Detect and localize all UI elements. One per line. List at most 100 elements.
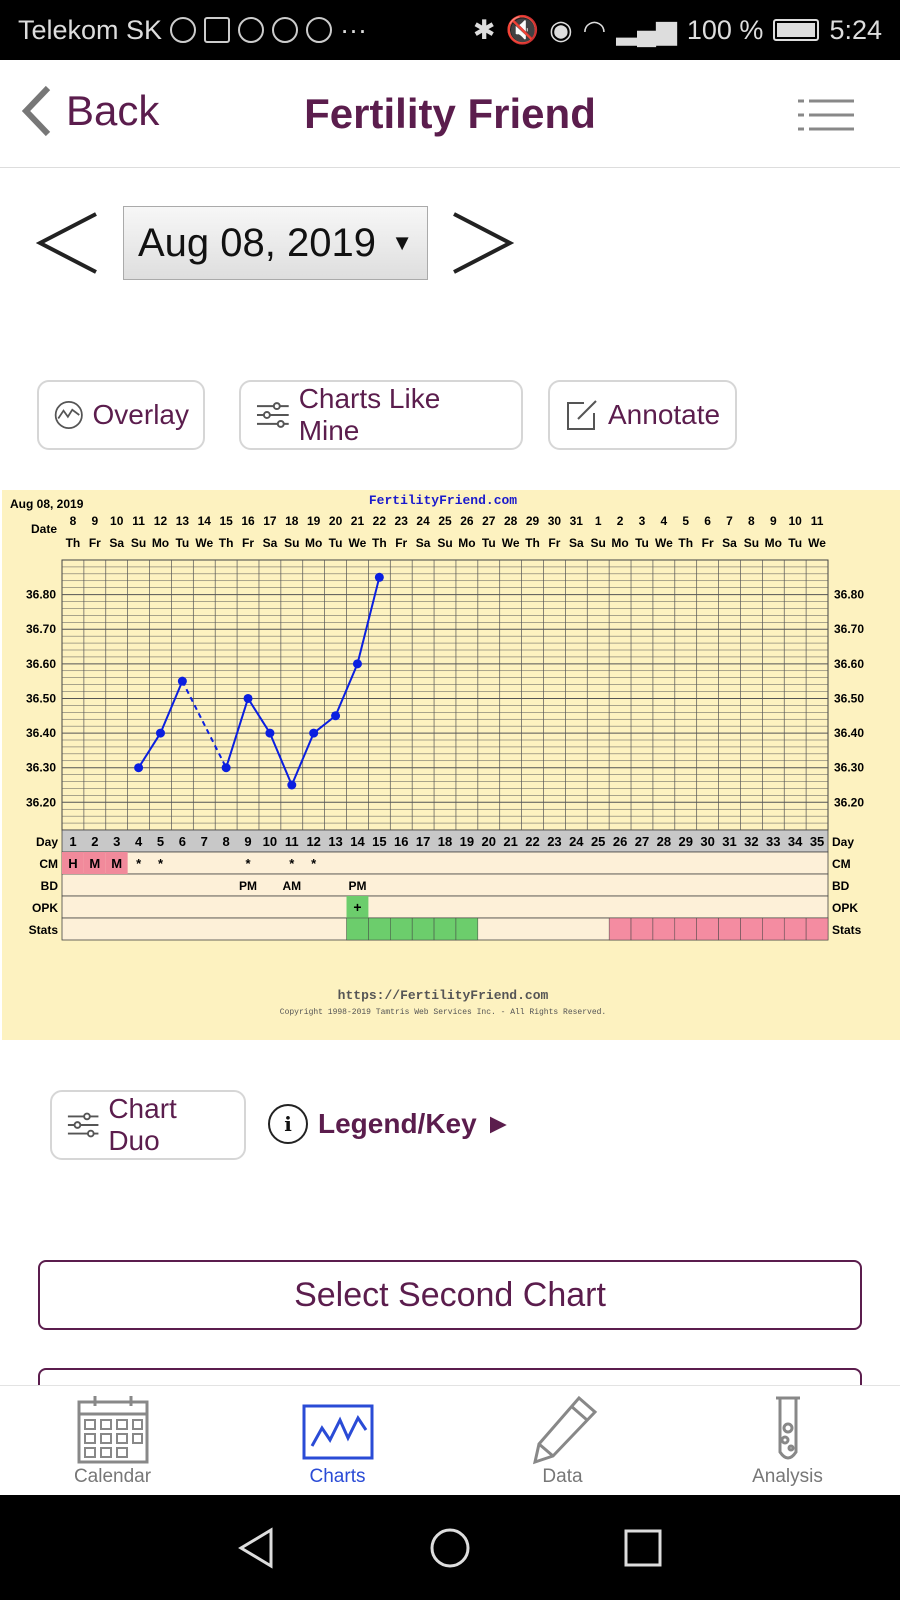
status-bar: Telekom SK ··· ✱ 🔇 ◉ ◠ ▂▄▆ 100 % 5:24 — [0, 0, 900, 60]
weekday-label: Th — [678, 536, 693, 550]
day-number: 23 — [547, 834, 561, 849]
temperature-point — [221, 763, 231, 773]
date-label: 29 — [526, 514, 540, 528]
stats-cell-pink — [718, 917, 741, 941]
date-label: 10 — [788, 514, 802, 528]
stats-cell-green — [346, 917, 369, 941]
row-bd — [61, 873, 829, 897]
temperature-point — [352, 659, 362, 669]
fertility-chart: Aug 08, 2019 FertilityFriend.com Date 8 Th 9 F… — [2, 490, 900, 1040]
select-second-chart-button[interactable]: Select Second Chart — [38, 1260, 862, 1330]
tab-calendar[interactable]: Calendar — [0, 1386, 225, 1495]
test-tube-icon — [775, 1396, 800, 1460]
row-label-left: Stats — [29, 923, 59, 937]
weekday-label: Mo — [458, 536, 475, 550]
tab-calendar-label: Calendar — [73, 1466, 152, 1487]
chevron-left-icon — [21, 85, 51, 137]
weekday-label: We — [502, 536, 520, 550]
temperature-point — [265, 728, 275, 738]
weekday-label: Sa — [109, 536, 124, 550]
nav-recents-icon[interactable] — [621, 1526, 665, 1570]
tab-analysis[interactable]: Analysis — [675, 1386, 900, 1495]
date-label: 21 — [351, 514, 365, 528]
y-tick-label-left: 36.40 — [26, 726, 56, 740]
chart-header-date: Aug 08, 2019 — [10, 497, 84, 511]
bbt-chart-svg: Aug 08, 2019 FertilityFriend.com Date 8 Th 9 F… — [10, 493, 864, 1017]
day-number: 32 — [744, 834, 758, 849]
tab-charts[interactable]: Charts — [225, 1386, 450, 1495]
day-number: 30 — [700, 834, 714, 849]
temperature-point — [287, 780, 297, 790]
annotate-button[interactable]: Annotate — [548, 380, 737, 450]
date-label: 22 — [373, 514, 387, 528]
y-tick-label-right: 36.50 — [834, 691, 864, 705]
row-opk — [61, 895, 829, 919]
stats-cell-green — [368, 917, 391, 941]
day-number: 7 — [201, 834, 208, 849]
date-select[interactable]: Aug 08, 2019 ▼ — [123, 206, 428, 280]
cm-value: M — [89, 856, 100, 871]
mail-icon — [204, 17, 231, 43]
temperature-point — [331, 711, 341, 721]
dropdown-caret-icon: ▼ — [391, 230, 413, 255]
nav-home-icon[interactable] — [428, 1526, 472, 1570]
battery-icon — [773, 19, 820, 41]
date-label: 26 — [460, 514, 474, 528]
row-label-left: OPK — [32, 901, 58, 915]
day-number: 28 — [657, 834, 671, 849]
stats-cell-pink — [652, 917, 676, 941]
edit-icon — [567, 400, 597, 430]
weekday-label: Fr — [242, 536, 254, 550]
stats-cell-pink — [762, 917, 785, 941]
opk-value: + — [353, 899, 361, 915]
tab-data[interactable]: Data — [450, 1386, 675, 1495]
date-label: 17 — [263, 514, 277, 528]
legend-key-link[interactable]: i Legend/Key ► — [268, 1104, 512, 1144]
pencil-icon — [532, 1395, 597, 1465]
weekday-label: Su — [131, 536, 146, 550]
day-number: 8 — [223, 834, 230, 849]
chart-site-title: FertilityFriend.com — [369, 493, 517, 508]
chart-duo-button[interactable]: Chart Duo — [50, 1090, 246, 1160]
back-button[interactable]: Back — [18, 84, 159, 138]
date-label: 10 — [110, 514, 124, 528]
back-label: Back — [66, 87, 160, 134]
stats-cell-green — [433, 917, 457, 941]
day-number: 9 — [244, 834, 251, 849]
charts-like-mine-button[interactable]: Charts Like Mine — [239, 380, 523, 450]
weekday-label: Fr — [395, 536, 407, 550]
y-tick-label-left: 36.70 — [26, 622, 56, 636]
stats-cell-pink — [674, 917, 697, 941]
day-number: 26 — [613, 834, 627, 849]
day-number: 18 — [438, 834, 452, 849]
day-number: 25 — [591, 834, 605, 849]
date-label: 14 — [198, 514, 212, 528]
bluetooth-icon: ✱ — [472, 14, 496, 45]
nav-back-icon[interactable] — [235, 1526, 279, 1570]
clock: 5:24 — [829, 14, 882, 45]
y-tick-label-left: 36.30 — [26, 761, 56, 775]
next-date-arrow-icon[interactable] — [450, 210, 514, 276]
list-menu-icon[interactable] — [798, 98, 854, 132]
sliders-icon — [67, 1112, 99, 1138]
day-number: 1 — [69, 834, 76, 849]
day-number: 19 — [460, 834, 474, 849]
date-label: 27 — [482, 514, 496, 528]
weekday-label: Su — [744, 536, 759, 550]
row-label-right: Day — [832, 835, 854, 849]
status-left: Telekom SK ··· — [18, 15, 367, 46]
chart-icon — [302, 1404, 373, 1460]
signal-icon: ▂▄▆ — [616, 14, 677, 45]
date-label: 28 — [504, 514, 518, 528]
weekday-label: Su — [284, 536, 299, 550]
cm-value: M — [111, 856, 122, 871]
y-tick-label-left: 36.60 — [26, 657, 56, 671]
overlay-button[interactable]: Overlay — [37, 380, 205, 450]
weekday-label: Th — [219, 536, 234, 550]
mute-icon: 🔇 — [505, 15, 540, 45]
weekday-label: Sa — [569, 536, 584, 550]
status-right: ✱ 🔇 ◉ ◠ ▂▄▆ 100 % 5:24 — [473, 14, 882, 46]
date-label: 3 — [639, 514, 646, 528]
previous-date-arrow-icon[interactable] — [36, 210, 100, 276]
weekday-label: Sa — [722, 536, 737, 550]
